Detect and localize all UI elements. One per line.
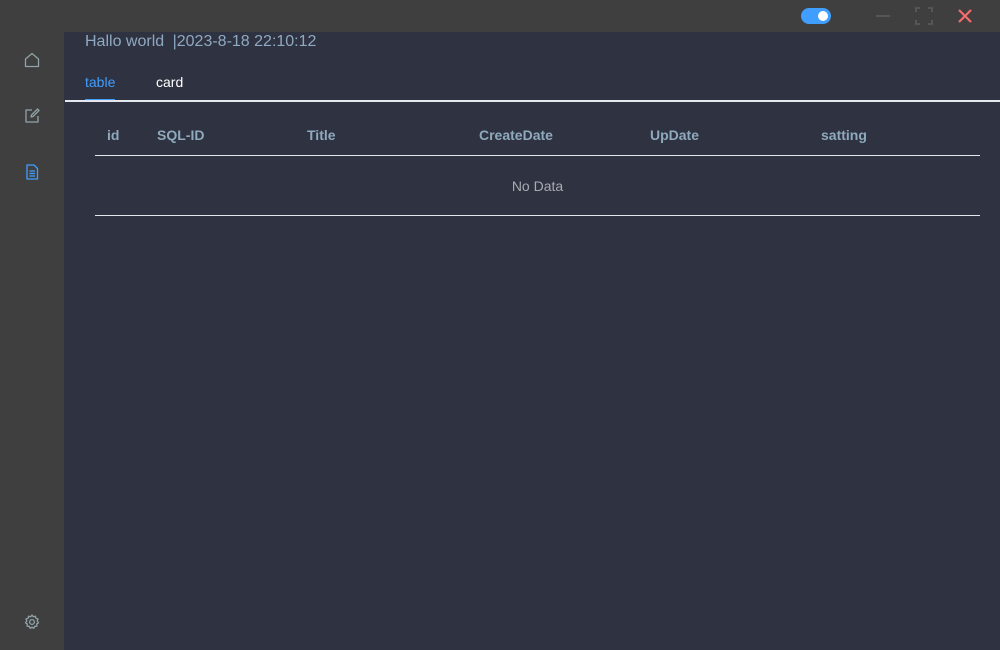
tab-table[interactable]: table — [85, 66, 116, 101]
column-header-update[interactable]: UpDate — [650, 116, 699, 155]
data-table: id SQL-ID Title CreateDate UpDate sattin… — [95, 116, 980, 216]
table-body: No Data — [95, 156, 980, 216]
column-header-title[interactable]: Title — [307, 116, 336, 155]
column-header-sql-id[interactable]: SQL-ID — [157, 116, 204, 155]
table-header: id SQL-ID Title CreateDate UpDate sattin… — [95, 116, 980, 156]
column-header-create-date[interactable]: CreateDate — [479, 116, 553, 155]
maximize-button[interactable] — [912, 4, 936, 28]
sidebar — [0, 32, 64, 650]
close-button[interactable] — [953, 4, 977, 28]
sidebar-item-home[interactable] — [20, 48, 44, 72]
minimize-icon — [876, 15, 890, 17]
tab-bar: table card — [65, 66, 1000, 102]
empty-state-text: No Data — [511, 177, 564, 194]
greeting-text: Hallo world — [85, 33, 165, 50]
tab-card-label: card — [156, 74, 184, 90]
edit-icon — [25, 108, 40, 123]
sidebar-item-settings[interactable] — [20, 610, 44, 634]
maximize-icon — [915, 7, 933, 25]
close-icon — [958, 9, 972, 23]
minimize-button[interactable] — [871, 4, 895, 28]
tab-card[interactable]: card — [156, 66, 183, 100]
header-datetime: 2023-8-18 22:10:12 — [176, 33, 317, 50]
tab-divider — [65, 100, 1000, 102]
gear-icon — [24, 614, 40, 629]
app-window: Hallo world |2023-8-18 22:10:12 table ca… — [0, 0, 1000, 650]
document-icon — [26, 164, 39, 180]
column-header-setting[interactable]: satting — [821, 116, 867, 155]
toggle-knob — [818, 11, 828, 21]
theme-toggle[interactable] — [801, 8, 831, 24]
page-header: Hallo world |2023-8-18 22:10:12 — [85, 32, 316, 52]
home-icon — [24, 52, 40, 68]
sidebar-item-documents[interactable] — [20, 160, 44, 184]
title-bar — [0, 0, 1000, 32]
sidebar-item-edit[interactable] — [20, 104, 44, 128]
column-header-id[interactable]: id — [107, 116, 119, 155]
tab-table-label: table — [85, 74, 116, 90]
